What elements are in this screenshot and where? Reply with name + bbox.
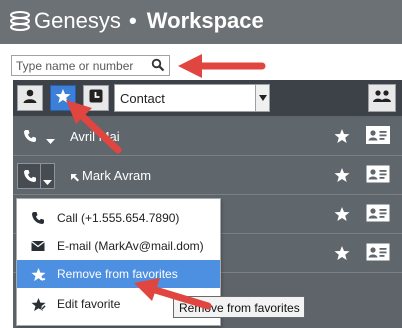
- menu-item-label: Edit favorite: [57, 297, 121, 311]
- search-box: [11, 55, 170, 76]
- phone-icon[interactable]: [23, 129, 37, 148]
- favorite-star-icon[interactable]: [334, 206, 350, 227]
- filter-select[interactable]: Contact: [114, 84, 270, 112]
- star-icon: [55, 88, 71, 109]
- recent-button[interactable]: [83, 85, 109, 111]
- contact-card-icon[interactable]: [366, 126, 390, 149]
- product-name: Workspace: [146, 8, 264, 33]
- favorite-star-icon[interactable]: [334, 167, 350, 188]
- contact-name: Mark Avram: [82, 168, 152, 183]
- envelope-icon: [31, 239, 45, 257]
- call-split-button[interactable]: [17, 163, 55, 189]
- phone-icon: [31, 211, 45, 230]
- menu-item-label: E-mail (MarkAv@mail.dom): [57, 239, 204, 253]
- favorites-button[interactable]: [50, 85, 76, 111]
- menu-item-email[interactable]: E-mail (MarkAv@mail.dom): [17, 232, 220, 260]
- chevron-down-icon: [43, 173, 53, 191]
- app-title: Genesys • Workspace: [34, 8, 264, 34]
- menu-item-remove-favorite[interactable]: Remove from favorites: [17, 260, 220, 288]
- contact-card-icon[interactable]: [366, 165, 390, 188]
- favorite-star-icon[interactable]: [334, 245, 350, 266]
- brand-name: Genesys: [34, 8, 121, 33]
- group-icon: [372, 88, 392, 109]
- annotation-arrow-search: [178, 54, 266, 78]
- contact-name: Avril Mai: [70, 129, 120, 144]
- contact-row[interactable]: Avril Mai: [13, 118, 402, 156]
- person-icon: [22, 88, 38, 109]
- contact-card-icon[interactable]: [366, 204, 390, 227]
- history-icon: [88, 88, 104, 109]
- group-contacts-button[interactable]: [368, 84, 396, 112]
- contact-card-icon[interactable]: [366, 243, 390, 266]
- search-icon[interactable]: [151, 58, 165, 77]
- contact-row[interactable]: Mark Avram: [13, 157, 402, 195]
- tooltip: Remove from favorites: [173, 296, 305, 318]
- chevron-down-icon[interactable]: [255, 85, 269, 111]
- star-edit-icon: [31, 297, 47, 317]
- status-arrow-icon: [70, 170, 80, 188]
- search-input[interactable]: [16, 58, 146, 73]
- directory-toolbar: Contact: [13, 80, 402, 116]
- all-contacts-button[interactable]: [17, 85, 43, 111]
- menu-item-label: Remove from favorites: [57, 267, 178, 281]
- app-header: Genesys • Workspace: [0, 0, 402, 44]
- menu-item-call[interactable]: Call (+1.555.654.7890): [17, 204, 220, 232]
- favorite-star-icon[interactable]: [334, 128, 350, 149]
- chevron-down-icon[interactable]: [46, 132, 55, 150]
- menu-item-label: Call (+1.555.654.7890): [57, 211, 180, 225]
- call-button[interactable]: [18, 164, 42, 188]
- phone-icon: [23, 169, 37, 188]
- title-separator: •: [128, 8, 137, 33]
- call-options-button[interactable]: [41, 164, 54, 188]
- genesys-logo-icon: [9, 10, 31, 37]
- star-remove-icon: [31, 267, 46, 287]
- filter-select-value: Contact: [120, 91, 165, 106]
